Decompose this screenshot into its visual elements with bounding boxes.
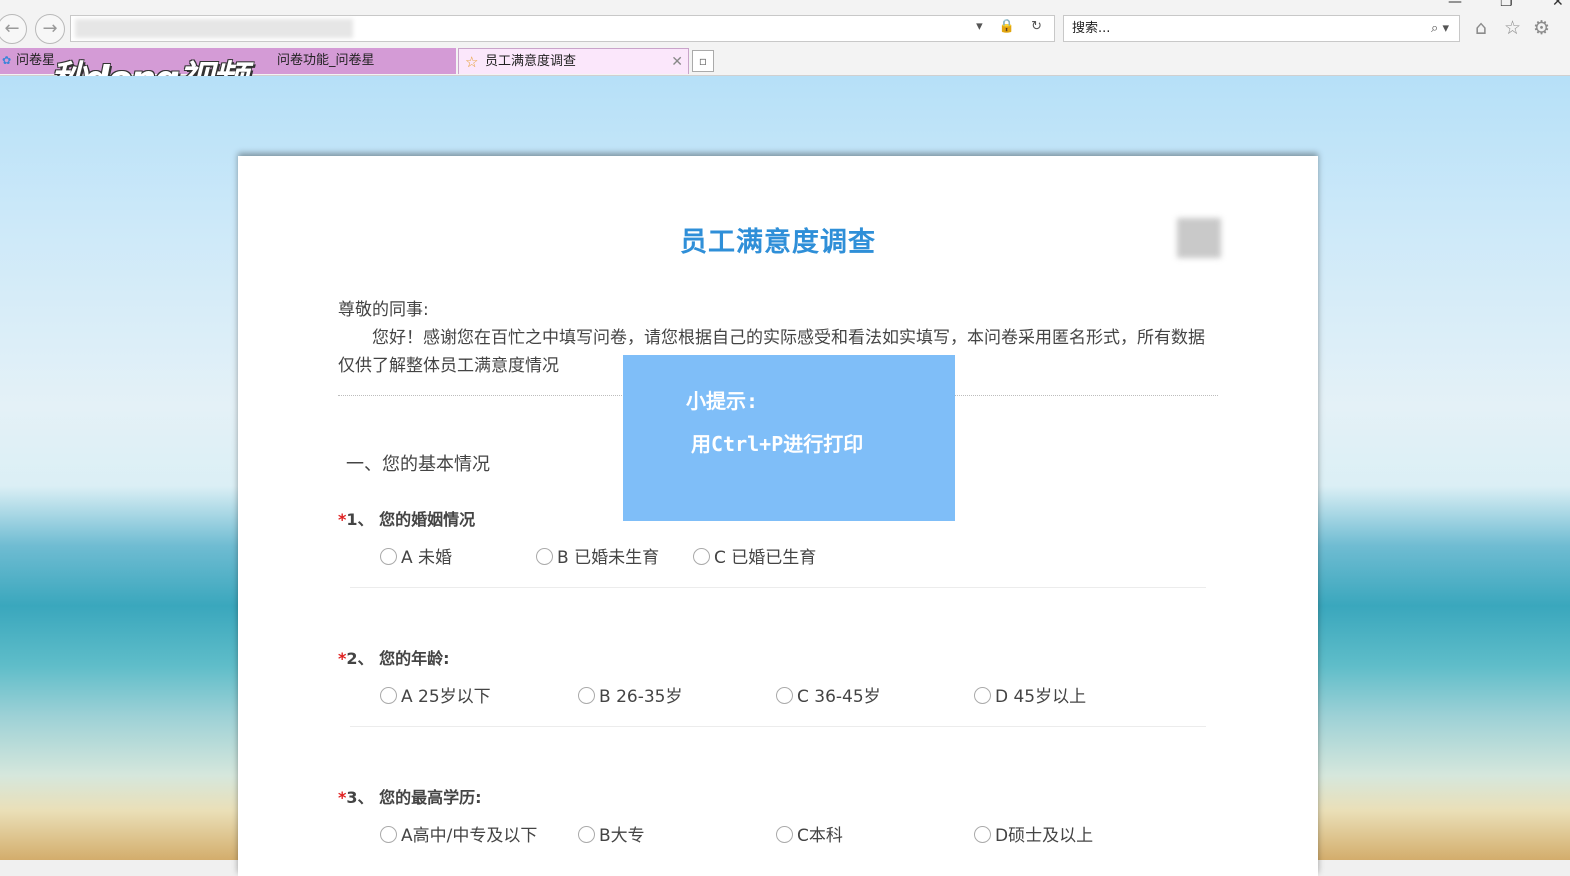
new-tab-icon[interactable]: ▫ [692,50,714,72]
minimize-icon[interactable]: — [1448,0,1462,10]
option-label: B 已婚未生育 [557,548,660,568]
option-label: D硕士及以上 [995,826,1094,846]
intro-greeting: 尊敬的同事: [338,300,429,320]
search-input[interactable]: 搜索... ⌕ ▾ [1063,15,1460,42]
question-separator [350,587,1206,588]
browser-toolbar: ← → ▾ 🔒 ↻ 搜索... ⌕ ▾ ⌂ ☆ ⚙ — ❐ ✕ [0,0,1570,47]
q2-option-b[interactable]: B 26-35岁 [578,682,682,707]
option-label: A高中/中专及以下 [401,826,538,846]
radio-button[interactable] [974,826,991,843]
restore-icon[interactable]: ❐ [1500,0,1513,10]
radio-button[interactable] [974,687,991,704]
option-label: C本科 [797,826,843,846]
qr-code-thumbnail[interactable] [1177,218,1221,258]
option-label: C 36-45岁 [797,687,881,707]
address-bar-icons[interactable]: ▾ 🔒 ↻ [976,19,1048,34]
close-window-icon[interactable]: ✕ [1552,0,1564,10]
radio-button[interactable] [380,548,397,565]
q2-option-a[interactable]: A 25岁以下 [380,682,491,707]
question-text: 3、 您的最高学历: [346,788,482,807]
tip-title: 小提示: [686,389,759,413]
option-label: D 45岁以上 [995,687,1087,707]
q1-option-a[interactable]: A 未婚 [380,543,452,568]
radio-button[interactable] [578,826,595,843]
tab-close-icon[interactable]: ✕ [671,49,683,74]
radio-button[interactable] [380,826,397,843]
question-text: 2、 您的年龄: [346,649,450,668]
print-tip-overlay: 小提示: 用Ctrl+P进行打印 [623,355,955,521]
radio-button[interactable] [776,687,793,704]
q3-option-a[interactable]: A高中/中专及以下 [380,821,537,846]
search-placeholder: 搜索... [1072,21,1111,36]
q2-option-c[interactable]: C 36-45岁 [776,682,881,707]
q1-option-c[interactable]: C 已婚已生育 [693,543,816,568]
radio-button[interactable] [536,548,553,565]
tab-label: 员工满意度调查 [485,54,577,69]
question-separator [350,726,1206,727]
option-label: A 25岁以下 [401,687,491,707]
tab-label: 问卷功能_问卷星 [277,53,375,68]
search-icon[interactable]: ⌕ ▾ [1431,16,1449,41]
q3-option-d[interactable]: D硕士及以上 [974,821,1093,846]
settings-gear-icon[interactable]: ⚙ [1533,16,1550,40]
q3-option-c[interactable]: C本科 [776,821,843,846]
question-2-title: *2、 您的年龄: [338,645,449,669]
radio-button[interactable] [380,687,397,704]
back-icon[interactable]: ← [0,14,27,44]
question-text: 1、 您的婚姻情况 [346,510,476,529]
radio-button[interactable] [578,687,595,704]
q1-option-b[interactable]: B 已婚未生育 [536,543,659,568]
q2-option-d[interactable]: D 45岁以上 [974,682,1086,707]
tab-employee-survey[interactable]: ☆ 员工满意度调查 ✕ [458,48,689,74]
option-label: C 已婚已生育 [714,548,817,568]
address-bar[interactable]: ▾ 🔒 ↻ [70,15,1055,42]
q3-option-b[interactable]: B大专 [578,821,645,846]
radio-button[interactable] [693,548,710,565]
forward-icon[interactable]: → [35,14,65,44]
favorites-star-icon[interactable]: ☆ [1504,16,1521,40]
star-favicon-icon: ☆ [465,53,479,71]
option-label: A 未婚 [401,548,453,568]
option-label: B 26-35岁 [599,687,683,707]
question-3-title: *3、 您的最高学历: [338,784,481,808]
blurred-url [75,19,353,38]
tip-body: 用Ctrl+P进行打印 [691,432,864,456]
home-icon[interactable]: ⌂ [1475,16,1487,40]
survey-title: 员工满意度调查 [680,227,876,258]
section-title: 一、您的基本情况 [346,454,490,475]
paw-favicon-icon: ✿ [2,54,12,67]
option-label: B大专 [599,826,645,846]
question-1-title: *1、 您的婚姻情况 [338,506,475,530]
radio-button[interactable] [776,826,793,843]
